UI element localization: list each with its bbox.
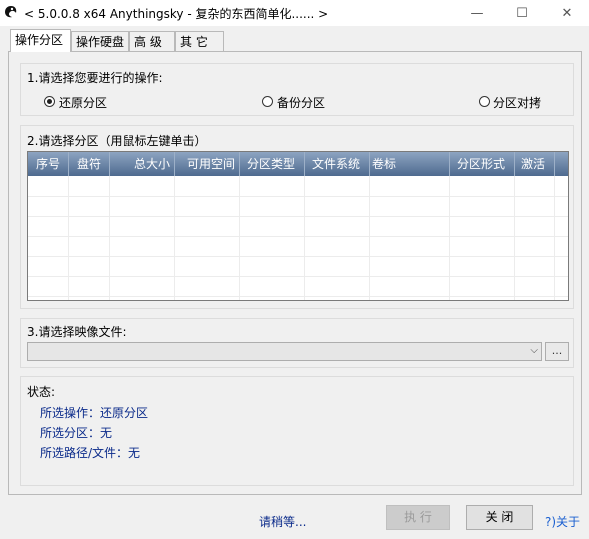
app-logo-icon [5,6,17,18]
table-gridline [554,176,555,300]
column-header-volume-label[interactable]: 卷标 [370,152,450,176]
table-gridline [369,176,370,300]
tab-other[interactable]: 其 它 [175,31,224,51]
about-link[interactable]: ?)关于 [545,513,580,530]
tab-operate-partition[interactable]: 操作分区 [10,29,71,52]
column-header-partition-type[interactable]: 分区类型 [240,152,305,176]
chevron-down-icon[interactable]: ⌵ [530,345,538,356]
radio-clone-indicator[interactable] [479,96,490,107]
tab-operate-disk[interactable]: 操作硬盘 [71,31,129,51]
table-gridline [239,176,240,300]
table-gridline [68,176,69,300]
close-button[interactable]: 关 闭 [466,505,533,530]
column-header-active[interactable]: 激活 [515,152,555,176]
image-file-combobox[interactable]: ⌵ [27,342,542,361]
status-label: 状态: [27,385,56,399]
status-selected-partition: 所选分区：无 [40,426,113,440]
table-gridline [514,176,515,300]
column-header-partition-style[interactable]: 分区形式 [450,152,515,176]
radio-backup-label: 备份分区 [277,96,326,110]
image-file-label: 3.请选择映像文件: [27,325,127,339]
radio-restore-indicator[interactable] [44,96,55,107]
radio-backup-indicator[interactable] [262,96,273,107]
table-gridline [109,176,110,300]
operation-label: 1.请选择您要进行的操作: [27,71,163,85]
radio-backup[interactable]: 备份分区 [262,95,352,110]
table-gridline [449,176,450,300]
column-header-index[interactable]: 序号 [28,152,69,176]
column-header-file-system[interactable]: 文件系统 [305,152,370,176]
close-window-button[interactable]: ✕ [545,0,589,26]
execute-button[interactable]: 执 行 [386,505,450,530]
column-header-free-space[interactable]: 可用空间 [175,152,240,176]
column-header-drive[interactable]: 盘符 [69,152,110,176]
status-selected-path: 所选路径/文件：无 [40,446,141,460]
partition-table[interactable]: 序号 盘符 总大小 可用空间 分区类型 文件系统 卷标 分区形式 激活 [27,151,569,301]
partition-label: 2.请选择分区（用鼠标左键单击） [27,134,207,148]
browse-button[interactable]: ... [545,342,569,361]
radio-restore[interactable]: 还原分区 [44,95,134,110]
table-gridline [304,176,305,300]
column-header-total-size[interactable]: 总大小 [110,152,175,176]
window-title: < 5.0.0.8 x64 Anythingsky - 复杂的东西简单化....… [24,7,329,21]
radio-clone-label: 分区对拷 [493,96,542,110]
tab-advanced[interactable]: 高 级 [129,31,175,51]
status-selected-operation: 所选操作：还原分区 [40,406,149,420]
title-bar: < 5.0.0.8 x64 Anythingsky - 复杂的东西简单化....… [0,0,589,26]
maximize-button[interactable]: ☐ [500,0,544,26]
radio-clone[interactable]: 分区对拷 [479,95,569,110]
waiting-text: 请稍等... [259,515,307,529]
table-header: 序号 盘符 总大小 可用空间 分区类型 文件系统 卷标 分区形式 激活 [28,152,568,176]
table-gridline [174,176,175,300]
radio-restore-label: 还原分区 [59,96,108,110]
minimize-button[interactable]: — [455,0,499,26]
